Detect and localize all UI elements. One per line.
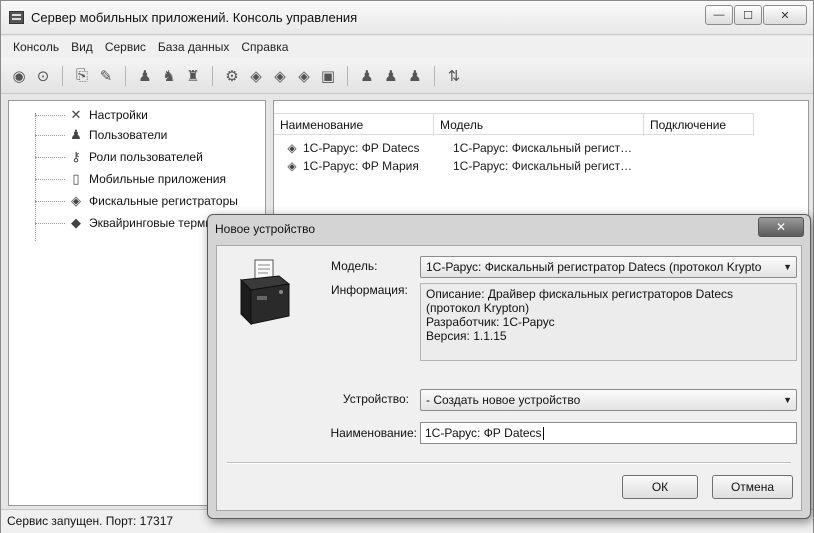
user-group-icon[interactable]: ♟ [357, 66, 377, 86]
key-icon: ⚷ [71, 149, 81, 164]
user-icon: ♟ [70, 127, 82, 142]
new-device-dialog: Новое устройство ✕ Модель: 1С-Рарус: Фис… [207, 214, 811, 519]
name-input[interactable]: 1С-Рарус: ФР Datecs [420, 422, 797, 444]
brush-icon[interactable]: ✎ [96, 66, 116, 86]
refresh-icon[interactable]: ⇅ [444, 66, 464, 86]
model-label: Модель: [331, 259, 378, 273]
tree-item-users[interactable]: ♟ Пользователи [9, 125, 167, 145]
menu-bar: Консоль Вид Сервис База данных Справка [1, 36, 813, 58]
dialog-close-button[interactable]: ✕ [758, 217, 804, 237]
device-label: Устройство: [342, 392, 409, 406]
list-row[interactable]: ◈ 1С-Рарус: ФР Datecs 1С-Рарус: Фискальн… [274, 139, 663, 157]
tools-icon: ✕ [70, 107, 82, 122]
column-header-name[interactable]: Наименование [274, 114, 434, 136]
close-button[interactable]: ✕ [763, 5, 807, 25]
tree-item-label: Мобильные приложения [89, 172, 226, 186]
info-version: Версия: 1.1.15 [426, 329, 507, 343]
dialog-separator [227, 462, 791, 464]
stop-icon[interactable]: ⊙ [33, 66, 53, 86]
settings-gear-icon[interactable]: ⚙ [222, 66, 242, 86]
device-edit-icon[interactable]: ◈ [270, 66, 290, 86]
tree-item-roles[interactable]: ⚷ Роли пользователей [9, 147, 203, 167]
fiscal-register-icon: ◈ [287, 141, 297, 155]
menu-view[interactable]: Вид [65, 40, 99, 54]
card-terminal-icon: ◆ [71, 215, 81, 230]
tree-connector [35, 200, 65, 202]
model-select[interactable]: 1С-Рарус: Фискальный регистратор Datecs … [420, 256, 797, 278]
tree-connector [35, 134, 65, 136]
device-add-icon[interactable]: ◈ [246, 66, 266, 86]
chevron-down-icon[interactable]: ▼ [783, 257, 792, 277]
toolbar-separator [434, 65, 435, 86]
window-title: Сервер мобильных приложений. Консоль упр… [31, 10, 358, 25]
tree-item-label: Фискальные регистраторы [89, 194, 238, 208]
chevron-down-icon[interactable]: ▼ [783, 390, 792, 410]
connect-icon[interactable]: ⎘ [72, 66, 92, 86]
user-group-remove-icon[interactable]: ♟ [405, 66, 425, 86]
tree-item-label: Роли пользователей [89, 150, 203, 164]
record-icon[interactable]: ◉ [9, 66, 29, 86]
user-edit-icon[interactable]: ♞ [159, 66, 179, 86]
ok-button[interactable]: ОК [622, 475, 698, 499]
device-select-value: - Создать новое устройство [426, 393, 581, 407]
dialog-body: Модель: 1С-Рарус: Фискальный регистратор… [216, 245, 802, 511]
device-select[interactable]: - Создать новое устройство ▼ [420, 389, 797, 411]
menu-database[interactable]: База данных [152, 40, 235, 54]
toolbar: ◉ ⊙ ⎘ ✎ ♟ ♞ ♜ ⚙ ◈ ◈ ◈ ▣ ♟ ♟ ♟ ⇅ [1, 58, 813, 94]
info-description: Описание: Драйвер фискальных регистратор… [426, 287, 734, 301]
tree-connector [35, 178, 65, 180]
mobile-icon: ▯ [72, 171, 80, 186]
terminal-icon[interactable]: ▣ [318, 66, 338, 86]
receipt-printer-icon [239, 259, 291, 326]
model-select-value: 1С-Рарус: Фискальный регистратор Datecs … [426, 260, 762, 274]
tree-connector [35, 156, 65, 158]
user-icon[interactable]: ♟ [135, 66, 155, 86]
menu-help[interactable]: Справка [235, 40, 294, 54]
title-bar: Сервер мобильных приложений. Консоль упр… [1, 1, 813, 35]
maximize-button[interactable]: ☐ [734, 5, 762, 25]
info-label: Информация: [331, 283, 408, 297]
name-input-value: 1С-Рарус: ФР Datecs [425, 426, 542, 440]
minimize-button[interactable]: — [705, 5, 733, 25]
list-row[interactable]: ◈ 1С-Рарус: ФР Мария 1С-Рарус: Фискальны… [274, 157, 663, 175]
toolbar-separator [212, 65, 213, 86]
row-name: 1С-Рарус: ФР Мария [303, 159, 419, 173]
toolbar-separator [125, 65, 126, 86]
info-developer: Разработчик: 1С-Рарус [426, 315, 555, 329]
tree-item-label: Пользователи [89, 128, 168, 142]
application-window: Сервер мобильных приложений. Консоль упр… [0, 0, 814, 533]
row-model: 1С-Рарус: Фискальный регист… [453, 141, 633, 155]
column-header-model[interactable]: Модель [434, 114, 644, 136]
device-delete-icon[interactable]: ◈ [294, 66, 314, 86]
list-header: Наименование Модель Подключение [274, 113, 754, 136]
toolbar-separator [62, 65, 63, 86]
menu-console[interactable]: Консоль [7, 40, 65, 54]
tree-connector [35, 222, 65, 224]
fiscal-register-icon: ◈ [71, 193, 81, 208]
tree-item-label: Настройки [89, 108, 148, 122]
name-label: Наименование: [330, 426, 417, 440]
info-description-cont: (протокол Krypton) [426, 301, 530, 315]
row-model: 1С-Рарус: Фискальный регист… [453, 159, 633, 173]
tree-item-mobile-apps[interactable]: ▯ Мобильные приложения [9, 169, 226, 189]
user-delete-icon[interactable]: ♜ [183, 66, 203, 86]
cancel-button[interactable]: Отмена [712, 475, 793, 499]
fiscal-register-icon: ◈ [287, 159, 297, 173]
dialog-title-bar: Новое устройство ✕ [208, 215, 810, 243]
menu-service[interactable]: Сервис [99, 40, 152, 54]
tree-item-settings[interactable]: ✕ Настройки [9, 105, 148, 125]
info-box: Описание: Драйвер фискальных регистратор… [420, 283, 797, 361]
tree-item-fiscal-registers[interactable]: ◈ Фискальные регистраторы [9, 191, 238, 211]
user-group-add-icon[interactable]: ♟ [381, 66, 401, 86]
tree-connector [35, 114, 65, 116]
dialog-title: Новое устройство [215, 222, 316, 236]
row-name: 1С-Рарус: ФР Datecs [303, 141, 420, 155]
text-caret [542, 427, 544, 441]
window-controls: — ☐ ✕ [704, 5, 807, 25]
column-header-connection[interactable]: Подключение [644, 114, 754, 136]
app-icon [9, 11, 24, 24]
toolbar-separator [347, 65, 348, 86]
